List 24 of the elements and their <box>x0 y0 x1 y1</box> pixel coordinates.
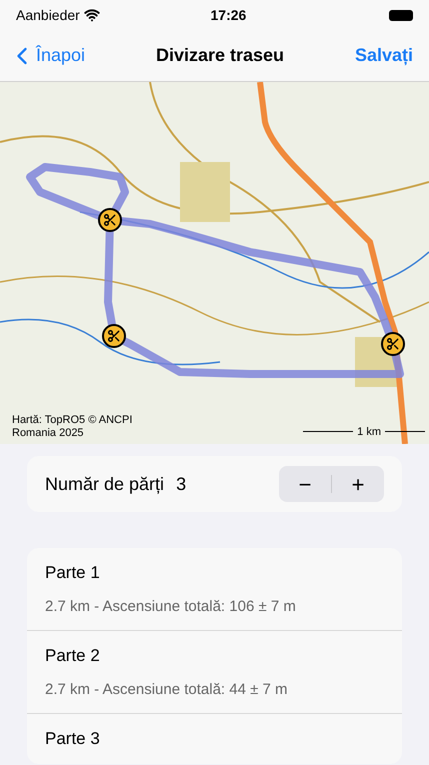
clock-text: 17:26 <box>210 6 246 24</box>
parts-count-value: 3 <box>176 472 186 496</box>
part-title: Parte 3 <box>45 728 101 750</box>
part-detail: 2.7 km - Ascensiune totală: 106 ± 7 m <box>45 596 297 616</box>
part-row[interactable]: Parte 3 <box>27 713 402 764</box>
part-detail: 2.7 km - Ascensiune totală: 44 ± 7 m <box>45 680 289 700</box>
carrier-text: Aanbieder <box>16 6 80 24</box>
battery-icon <box>388 10 413 20</box>
scissors-icon[interactable] <box>98 208 122 232</box>
increment-button[interactable]: + <box>332 468 384 500</box>
screen-title: Divizare traseu <box>156 44 284 67</box>
map-attribution: Hartă: TopRO5 © ANCPI Romania 2025 <box>12 414 132 440</box>
part-title: Parte 1 <box>45 562 101 584</box>
wifi-icon <box>84 7 100 23</box>
part-row[interactable]: Parte 2 2.7 km - Ascensiune totală: 44 ± 7 m <box>27 630 402 713</box>
part-title: Parte 2 <box>45 645 101 667</box>
decrement-button[interactable]: − <box>279 468 331 500</box>
scissors-icon[interactable] <box>102 324 126 348</box>
parts-count-label: Număr de părți <box>45 472 164 496</box>
part-row[interactable]: Parte 1 2.7 km - Ascensiune totală: 106 ± 7 m <box>27 548 402 630</box>
scissors-icon[interactable] <box>381 332 405 356</box>
scale-bar: 1 km <box>303 424 425 440</box>
save-button[interactable]: Salvați <box>354 42 421 69</box>
back-button[interactable]: Înapoi <box>8 42 86 70</box>
